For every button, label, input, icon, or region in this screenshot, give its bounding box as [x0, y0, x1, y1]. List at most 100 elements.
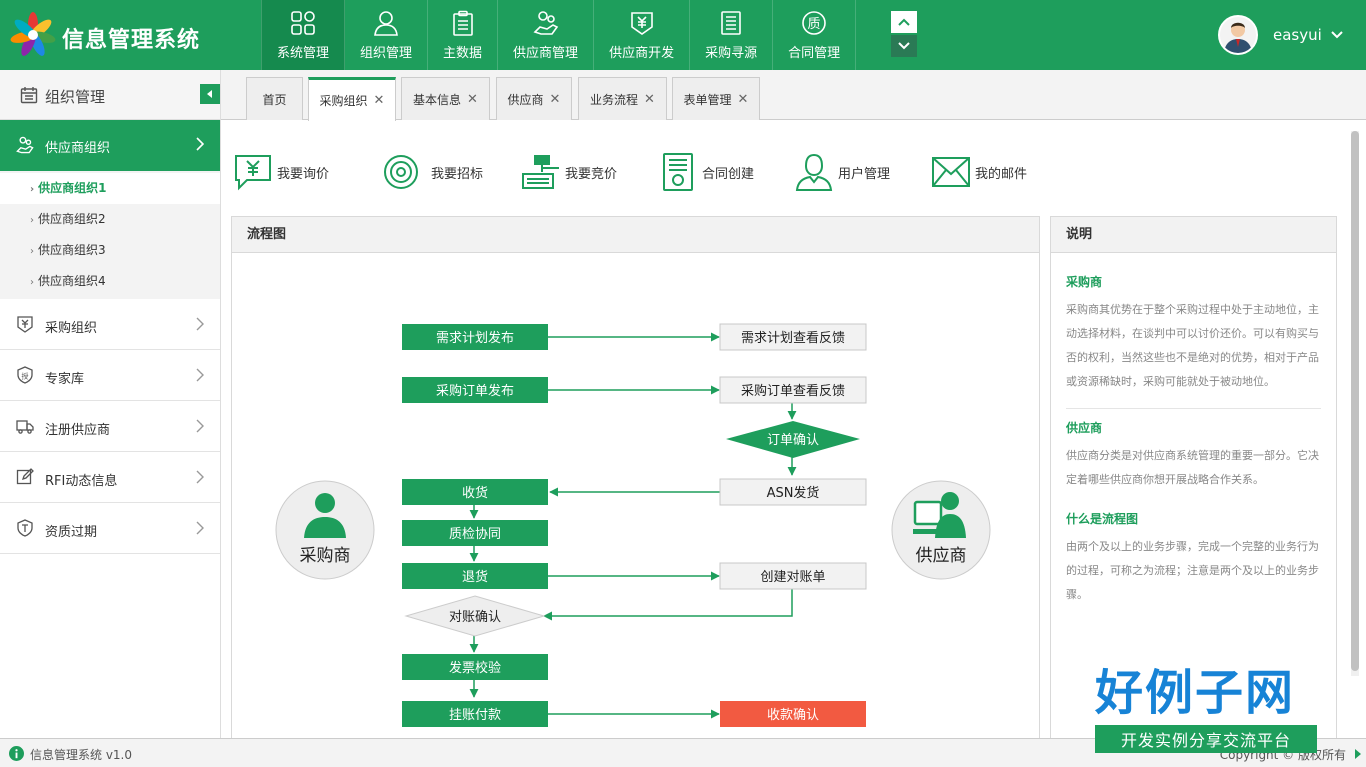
caret-left-icon	[207, 90, 212, 98]
quick-action-mail[interactable]: 我的邮件	[931, 149, 1027, 195]
chevron-right-icon	[196, 419, 204, 433]
submenu-item[interactable]: › 供应商组织3	[0, 235, 220, 266]
chevron-right-icon	[196, 470, 204, 484]
flow-node-label: 采购订单查看反馈	[741, 383, 845, 399]
edit-icon	[16, 468, 34, 485]
flow-node-label: 需求计划查看反馈	[741, 330, 845, 346]
tab-supplier[interactable]: 供应商 ✕	[496, 77, 572, 120]
flow-node-label: 收货	[462, 485, 488, 501]
truck-icon	[16, 420, 34, 434]
user-menu[interactable]: easyui	[1218, 14, 1344, 56]
avatar	[1218, 15, 1258, 55]
sidebar-item-label: RFI动态信息	[45, 474, 118, 489]
watermark: 好例子网 开发实例分享交流平台	[1095, 665, 1320, 757]
sidebar-item-label: 资质过期	[45, 525, 98, 540]
tab-label: 基本信息	[413, 92, 462, 107]
quick-action-auction[interactable]: 我要竞价	[521, 149, 617, 195]
person-outline-icon	[795, 153, 833, 191]
sidebar-item-label: 注册供应商	[45, 423, 111, 438]
nav-item-contract[interactable]: 质 合同管理	[773, 0, 857, 70]
quick-action-label: 我的邮件	[975, 166, 1028, 182]
grid-icon	[291, 10, 315, 35]
logo-icon	[10, 12, 56, 56]
close-icon[interactable]: ✕	[644, 92, 655, 107]
flow-node-label: 需求计划发布	[436, 330, 514, 346]
quality-icon: 质	[802, 10, 826, 35]
tab-business-flow[interactable]: 业务流程 ✕	[578, 77, 667, 120]
flow-diagram: 采购商 供应商 需求计划发布 采购订单发布 收货 质检协同 退货 对账确认 发票…	[275, 323, 991, 727]
sidebar-item-supplier-org[interactable]: 供应商组织	[0, 120, 220, 171]
submenu-label: 供应商组织4	[38, 274, 106, 288]
main-content: 我要询价 我要招标 我要竞价 合同创建 用户管理 我的邮件 流程图 采购商 供应…	[221, 121, 1366, 746]
description-text: 由两个及以上的业务步骤，完成一个完整的业务行为的过程，可称之为流程；注意是两个及…	[1066, 540, 1319, 601]
svg-text:质: 质	[808, 17, 821, 32]
nav-item-supplier-mgmt[interactable]: 供应商管理	[498, 0, 595, 70]
flow-panel: 流程图 采购商 供应商 需求计划发布 采购订单发布 收货 质检协同 退货 对账确…	[231, 216, 1040, 746]
tab-purchase-org[interactable]: 采购组织 ✕	[308, 77, 396, 121]
submenu-label: 供应商组织2	[38, 212, 106, 226]
submenu-label: 供应商组织3	[38, 243, 106, 257]
nav-item-supplier-dev[interactable]: 供应商开发	[594, 0, 691, 70]
sidebar-item-qualification-expiry[interactable]: 资质过期	[0, 503, 220, 554]
sidebar-item-rfi[interactable]: RFI动态信息	[0, 452, 220, 503]
submenu-item[interactable]: › 供应商组织2	[0, 204, 220, 235]
nav-item-system[interactable]: 系统管理	[261, 0, 346, 70]
sidebar-item-label: 供应商组织	[45, 141, 111, 156]
app-title: 信息管理系统	[62, 28, 201, 53]
submenu-item[interactable]: › 供应商组织4	[0, 266, 220, 297]
tab-form-mgmt[interactable]: 表单管理 ✕	[672, 77, 760, 120]
tab-home[interactable]: 首页	[246, 77, 303, 120]
yen-chat-icon	[235, 155, 271, 191]
sidebar-collapse-button[interactable]	[200, 84, 220, 104]
nav-item-sourcing[interactable]: 采购寻源	[690, 0, 774, 70]
tab-basic-info[interactable]: 基本信息 ✕	[401, 77, 490, 120]
flow-node-label: 收款确认	[767, 708, 819, 723]
description-text: 采购商其优势在于整个采购过程中处于主动地位，主动选择材料，在谈判中可以讨价还价。…	[1066, 303, 1319, 388]
watermark-title: 好例子网	[1095, 665, 1296, 721]
flow-node-label: 采购订单发布	[436, 383, 514, 399]
nav-item-org[interactable]: 组织管理	[345, 0, 429, 70]
username: easyui	[1273, 26, 1322, 44]
sidebar-item-expert[interactable]: 授 专家库	[0, 350, 220, 401]
target-icon	[384, 155, 418, 189]
avatar-icon	[1224, 22, 1252, 53]
nav-item-masterdata[interactable]: 主数据	[428, 0, 499, 70]
dot-icon: ›	[30, 215, 34, 226]
close-icon[interactable]: ✕	[374, 93, 385, 108]
chevron-right-icon	[196, 137, 204, 151]
quick-action-user-mgmt[interactable]: 用户管理	[794, 149, 890, 195]
close-icon[interactable]: ✕	[738, 92, 749, 107]
sidebar-item-register-supplier[interactable]: 注册供应商	[0, 401, 220, 452]
quick-action-label: 我要询价	[277, 166, 330, 182]
flow-node-label: 发票校验	[449, 660, 501, 676]
content-scrollbar[interactable]	[1351, 131, 1359, 676]
document-icon	[721, 10, 741, 35]
sidebar-item-purchase-org[interactable]: 采购组织	[0, 299, 220, 350]
sidebar-submenu: › 供应商组织1 › 供应商组织2 › 供应商组织3 › 供应商组织4	[0, 171, 220, 299]
close-icon[interactable]: ✕	[550, 92, 561, 107]
nav-label: 合同管理	[788, 45, 841, 61]
chevron-right-icon	[196, 368, 204, 382]
sidebar-item-label: 采购组织	[45, 321, 98, 336]
quick-action-contract[interactable]: 合同创建	[658, 149, 754, 195]
nav-label: 主数据	[443, 45, 483, 61]
nav-scroll-down-button[interactable]	[891, 35, 917, 57]
quick-action-bid[interactable]: 我要招标	[381, 149, 483, 195]
scrollbar-thumb[interactable]	[1351, 131, 1359, 671]
nav-label: 供应商管理	[513, 45, 579, 61]
quick-action-label: 用户管理	[838, 166, 891, 182]
tab-label: 采购组织	[319, 94, 368, 108]
submenu-item[interactable]: › 供应商组织1	[0, 173, 220, 204]
version-text: 信息管理系统 v1.0	[30, 748, 133, 762]
sidebar: 组织管理 供应商组织 › 供应商组织1 › 供应商组织2 › 供应商组织3 › 供应商组…	[0, 70, 221, 738]
sidebar-item-label: 专家库	[45, 372, 85, 387]
flow-node-label: 挂账付款	[449, 708, 501, 723]
flow-node-label: 创建对账单	[760, 570, 825, 585]
caret-right-icon[interactable]	[1354, 748, 1362, 760]
supplier-icon	[533, 10, 558, 35]
nav-scroll-up-button[interactable]	[891, 11, 917, 33]
close-icon[interactable]: ✕	[467, 92, 478, 107]
top-header: 信息管理系统 系统管理 组织管理 主数据 供应商管理 供应商开发 采购寻源 质 …	[0, 0, 1366, 70]
quick-action-inquiry[interactable]: 我要询价	[233, 149, 329, 195]
dot-icon: ›	[30, 277, 34, 288]
